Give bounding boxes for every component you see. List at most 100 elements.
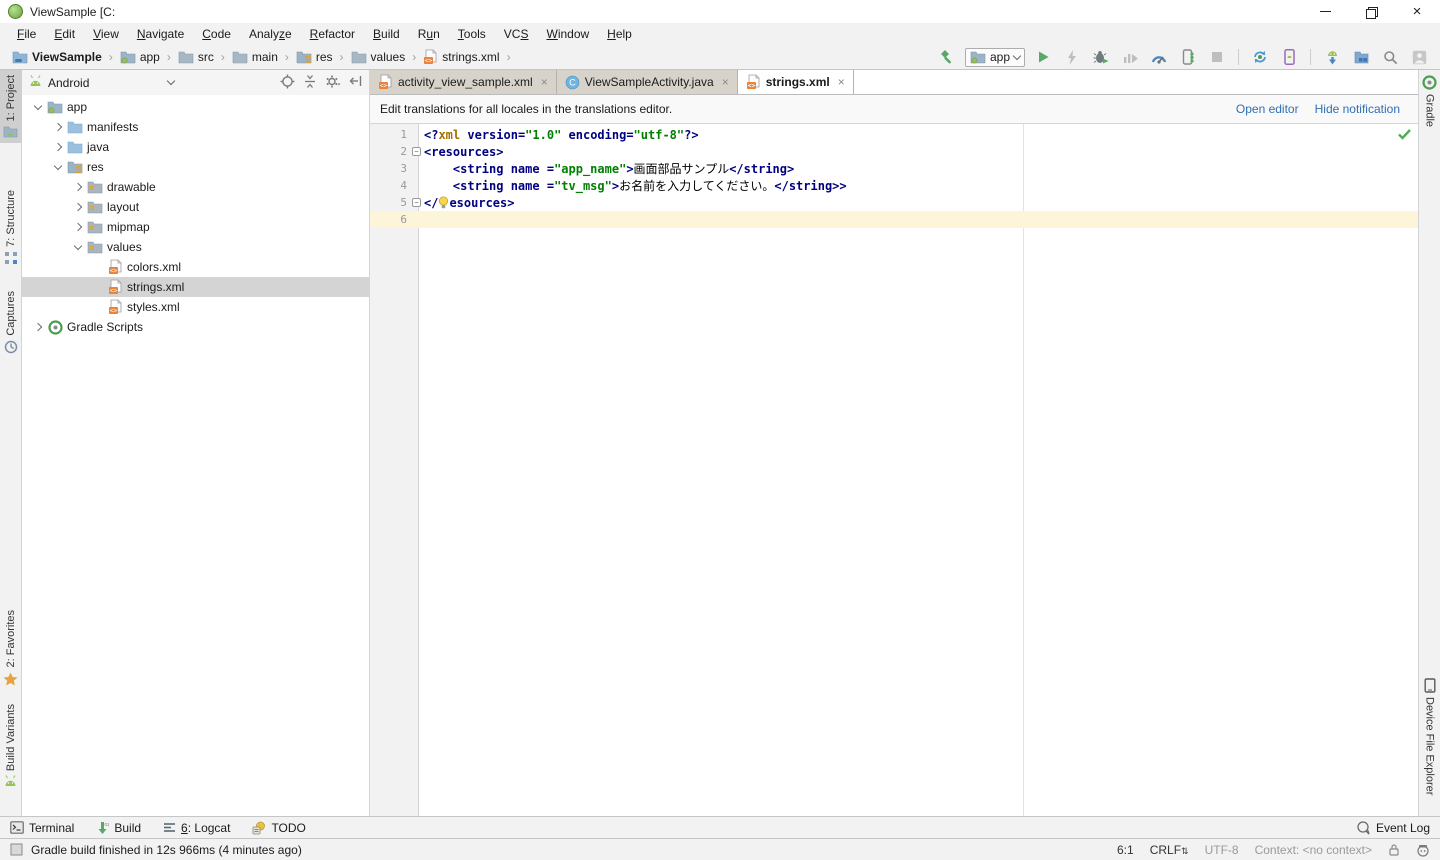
menu-code[interactable]: Code xyxy=(193,23,240,45)
lock-icon[interactable] xyxy=(1388,843,1400,856)
profile-account-button[interactable] xyxy=(1408,47,1430,67)
tree-item-drawable[interactable]: drawable xyxy=(22,177,369,197)
fold-marker-icon[interactable]: − xyxy=(412,147,421,156)
apply-changes-button[interactable] xyxy=(1061,47,1083,67)
menu-window[interactable]: Window xyxy=(537,23,598,45)
chevron-right-icon[interactable] xyxy=(50,142,66,152)
menu-view[interactable]: View xyxy=(84,23,128,45)
menu-build[interactable]: Build xyxy=(364,23,409,45)
tree-item-res[interactable]: res xyxy=(22,157,369,177)
tree-item-layout[interactable]: layout xyxy=(22,197,369,217)
tree-item-label: app xyxy=(67,100,88,114)
chevron-down-icon[interactable] xyxy=(50,161,66,170)
tool-window-button-build[interactable]: 01 Build xyxy=(96,821,141,835)
chevron-right-icon[interactable] xyxy=(30,322,46,332)
tool-window-button-terminal[interactable]: Terminal xyxy=(10,821,74,835)
label: VCS xyxy=(503,27,529,41)
project-structure-button[interactable] xyxy=(1350,47,1372,67)
tab-close-icon[interactable]: × xyxy=(838,75,845,89)
tab-close-icon[interactable]: × xyxy=(722,75,729,89)
menu-run[interactable]: Run xyxy=(409,23,449,45)
tool-window-button-todo[interactable]: TODO xyxy=(252,821,306,835)
android-profiler-button[interactable] xyxy=(1148,47,1170,67)
chevron-right-icon[interactable] xyxy=(70,222,86,232)
caret-position-widget[interactable]: 6:1 xyxy=(1117,843,1134,857)
tool-window-button-7-structure[interactable]: 7: Structure xyxy=(0,185,22,270)
tree-item-java[interactable]: java xyxy=(22,137,369,157)
tree-item-manifests[interactable]: manifests xyxy=(22,117,369,137)
run-configuration-select[interactable]: app xyxy=(964,47,1025,67)
tree-item-colors-xml[interactable]: <> colors.xml xyxy=(22,257,369,277)
locate-button[interactable] xyxy=(280,74,295,92)
hide-panel-button[interactable] xyxy=(349,74,363,91)
menu-vcs[interactable]: VCS xyxy=(495,23,538,45)
menu-edit[interactable]: Edit xyxy=(45,23,84,45)
editor-tab-viewsampleactivity-java[interactable]: C ViewSampleActivity.java × xyxy=(556,70,738,94)
restore-button[interactable] xyxy=(1348,0,1394,23)
profile-button[interactable] xyxy=(1119,47,1141,67)
chevron-right-icon[interactable] xyxy=(70,202,86,212)
tool-window-button-captures[interactable]: Captures xyxy=(0,286,22,359)
menu-analyze[interactable]: Analyze xyxy=(240,23,301,45)
minimize-button[interactable] xyxy=(1302,0,1348,23)
tree-item-values[interactable]: values xyxy=(22,237,369,257)
breadcrumb-res[interactable]: res xyxy=(294,50,335,64)
attach-debugger-button[interactable] xyxy=(1177,47,1199,67)
tree-item-mipmap[interactable]: mipmap xyxy=(22,217,369,237)
open-editor-link[interactable]: Open editor xyxy=(1236,102,1299,116)
hide-notification-link[interactable]: Hide notification xyxy=(1315,102,1400,116)
breadcrumb-main[interactable]: main xyxy=(230,50,280,64)
fold-marker-icon[interactable]: − xyxy=(412,198,421,207)
tree-item-styles-xml[interactable]: <> styles.xml xyxy=(22,297,369,317)
breadcrumb-values[interactable]: values xyxy=(349,50,408,64)
menu-navigate[interactable]: Navigate xyxy=(128,23,193,45)
editor-tab-activity-view-sample-xml[interactable]: <> activity_view_sample.xml × xyxy=(370,70,557,94)
xmlfile-icon: <> xyxy=(423,49,438,65)
stop-button[interactable] xyxy=(1206,47,1228,67)
project-view-selector[interactable]: Android xyxy=(48,76,89,90)
tree-item-gradle-scripts[interactable]: Gradle Scripts xyxy=(22,317,369,337)
tab-close-icon[interactable]: × xyxy=(541,75,548,89)
menu-file[interactable]: File xyxy=(8,23,45,45)
collapse-all-button[interactable] xyxy=(303,74,317,92)
tool-window-button-1-project[interactable]: 1: Project xyxy=(0,70,22,144)
editor-tab-strings-xml[interactable]: <> strings.xml × xyxy=(737,70,854,94)
tool-window-button-6-logcat[interactable]: 6: Logcat xyxy=(163,821,230,835)
tree-item-strings-xml[interactable]: <> strings.xml xyxy=(22,277,369,297)
line-ending-widget[interactable]: CRLF⇅ xyxy=(1150,843,1189,857)
tool-window-toggle-icon[interactable] xyxy=(10,843,23,856)
bug-icon xyxy=(1093,50,1109,65)
menu-tools[interactable]: Tools xyxy=(449,23,495,45)
avd-manager-button[interactable] xyxy=(1278,47,1300,67)
breadcrumb-app[interactable]: app xyxy=(118,50,162,64)
menu-refactor[interactable]: Refactor xyxy=(301,23,364,45)
breadcrumb-strings-xml[interactable]: <> strings.xml xyxy=(421,49,501,65)
menu-help[interactable]: Help xyxy=(598,23,641,45)
inspections-hector-icon[interactable] xyxy=(1416,843,1430,857)
code-editor[interactable]: 1 <?xml version="1.0" encoding="utf-8"?> 2… xyxy=(370,124,1418,816)
tree-item-app[interactable]: app xyxy=(22,97,369,117)
chevron-down-icon[interactable] xyxy=(30,101,46,110)
inspection-status-icon[interactable] xyxy=(1398,129,1411,140)
tool-window-button-build-variants[interactable]: Build Variants xyxy=(0,699,22,792)
breadcrumb-viewsample[interactable]: ViewSample xyxy=(10,50,104,64)
close-button[interactable]: × xyxy=(1394,0,1440,23)
search-everywhere-button[interactable] xyxy=(1379,47,1401,67)
gradle-sync-button[interactable] xyxy=(1249,47,1271,67)
tool-window-button-event-log[interactable]: Event Log xyxy=(1356,821,1430,835)
sdk-manager-button[interactable] xyxy=(1321,47,1343,67)
chevron-right-icon[interactable] xyxy=(50,122,66,132)
breadcrumb-src[interactable]: src xyxy=(176,50,216,64)
encoding-widget[interactable]: UTF-8 xyxy=(1205,843,1239,857)
tool-window-button-device-file-explorer[interactable]: Device File Explorer xyxy=(1419,673,1440,800)
chevron-right-icon[interactable] xyxy=(70,182,86,192)
chevron-down-icon[interactable] xyxy=(70,241,86,250)
tool-window-button-2-favorites[interactable]: 2: Favorites xyxy=(0,605,22,690)
run-button[interactable] xyxy=(1032,47,1054,67)
context-widget[interactable]: Context: <no context> xyxy=(1255,843,1372,857)
settings-button[interactable] xyxy=(325,74,341,92)
intention-bulb-icon[interactable] xyxy=(438,195,449,209)
debug-button[interactable] xyxy=(1090,47,1112,67)
tool-window-button-gradle[interactable]: Gradle xyxy=(1419,70,1440,132)
make-project-button[interactable] xyxy=(936,47,958,67)
